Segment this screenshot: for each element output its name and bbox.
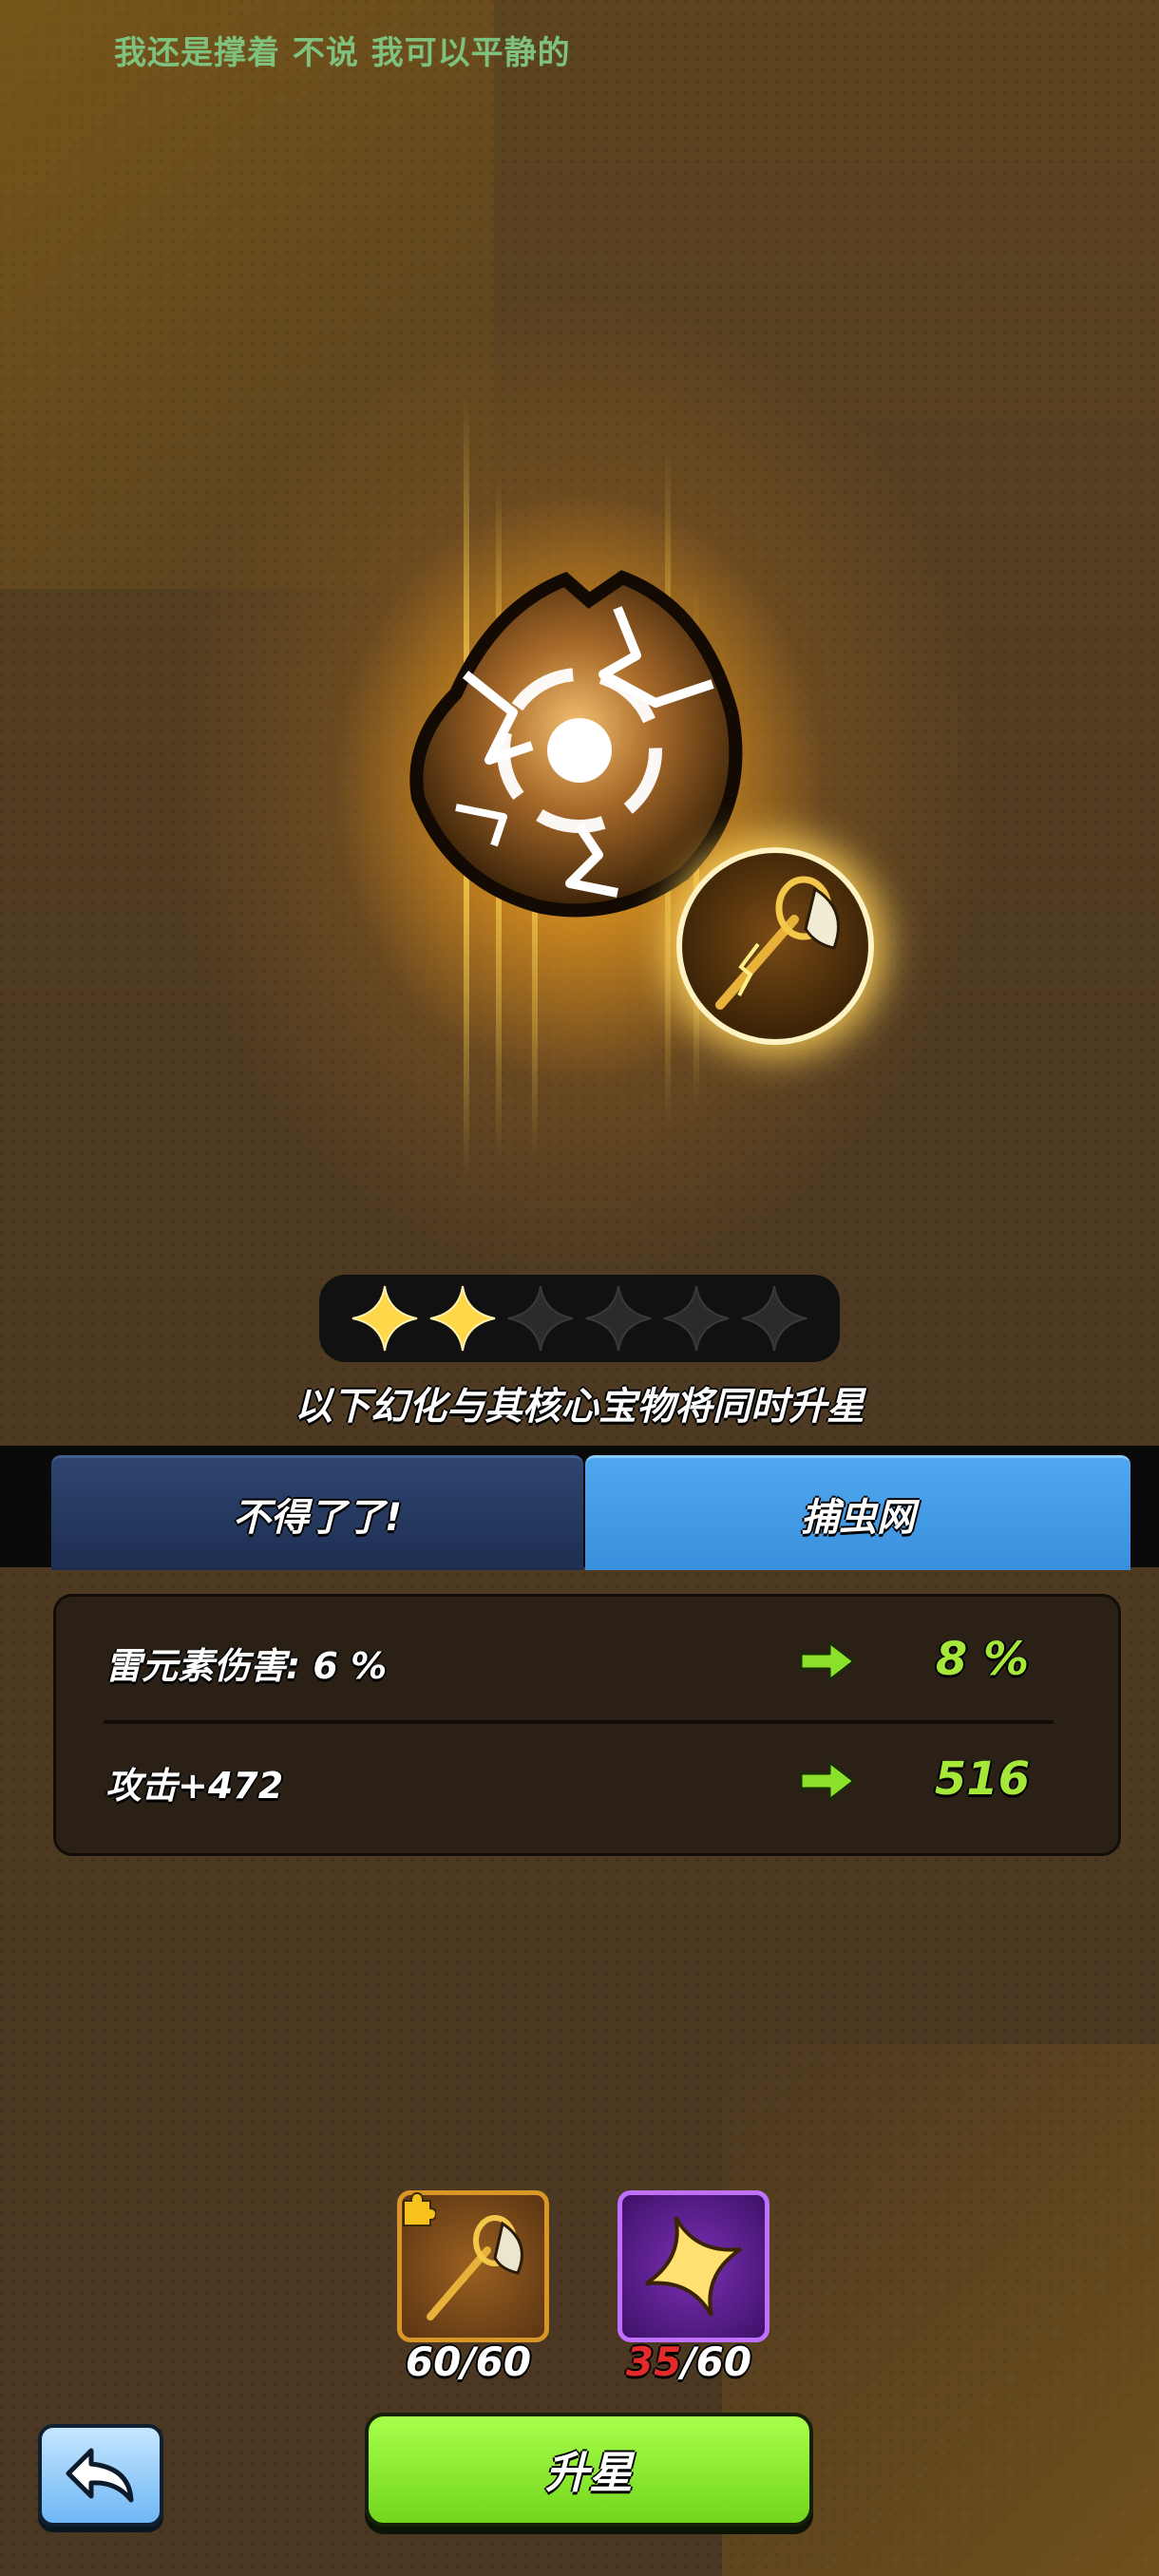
star-rating-bar: [319, 1275, 840, 1362]
subtitle-text: 我还是撑着 不说 我可以平静的: [114, 34, 571, 72]
stat-next-value: 8 %: [935, 1633, 1030, 1686]
star-filled-icon: [352, 1285, 418, 1352]
star-shard-icon: [645, 2216, 742, 2317]
material-current: 35: [625, 2339, 682, 2385]
star-empty-icon: [507, 1285, 574, 1352]
star-empty-icon: [663, 1285, 730, 1352]
stat-row: 攻击+472 516: [56, 1720, 1118, 1834]
arrow-right-icon: [799, 1760, 856, 1802]
upgrade-star-button[interactable]: 升星: [365, 2413, 813, 2527]
star-empty-icon: [585, 1285, 652, 1352]
material-slot-bug-net[interactable]: [397, 2190, 549, 2342]
stat-label: 雷元素伤害: 6 %: [105, 1645, 388, 1687]
bug-net-icon: [715, 876, 840, 1010]
back-button[interactable]: [38, 2424, 163, 2527]
background-glow-top: [0, 0, 494, 589]
stat-next-value: 516: [934, 1752, 1031, 1806]
tab-transformation[interactable]: 不得了了!: [51, 1455, 583, 1570]
material-count-bug-net: 60/60: [405, 2339, 532, 2385]
stat-label: 攻击+472: [105, 1765, 284, 1807]
stat-row: 雷元素伤害: 6 % 8 %: [56, 1597, 1118, 1711]
star-filled-icon: [429, 1285, 496, 1352]
puzzle-piece-icon: [403, 2191, 436, 2226]
star-empty-icon: [741, 1285, 808, 1352]
material-count-star-shard: 35/60: [603, 2339, 774, 2385]
upgrade-info-text: 以下幻化与其核心宝物将同时升星: [294, 1385, 864, 1429]
material-slot-star-shard[interactable]: [618, 2190, 770, 2342]
arrow-right-icon: [799, 1640, 856, 1682]
back-arrow-icon: [66, 2448, 134, 2503]
material-required: /60: [681, 2339, 752, 2385]
stats-panel: 雷元素伤害: 6 % 8 % 攻击+472 516: [53, 1594, 1121, 1856]
core-treasure-badge: [676, 847, 874, 1045]
tab-bug-net[interactable]: 捕虫网: [585, 1455, 1130, 1570]
